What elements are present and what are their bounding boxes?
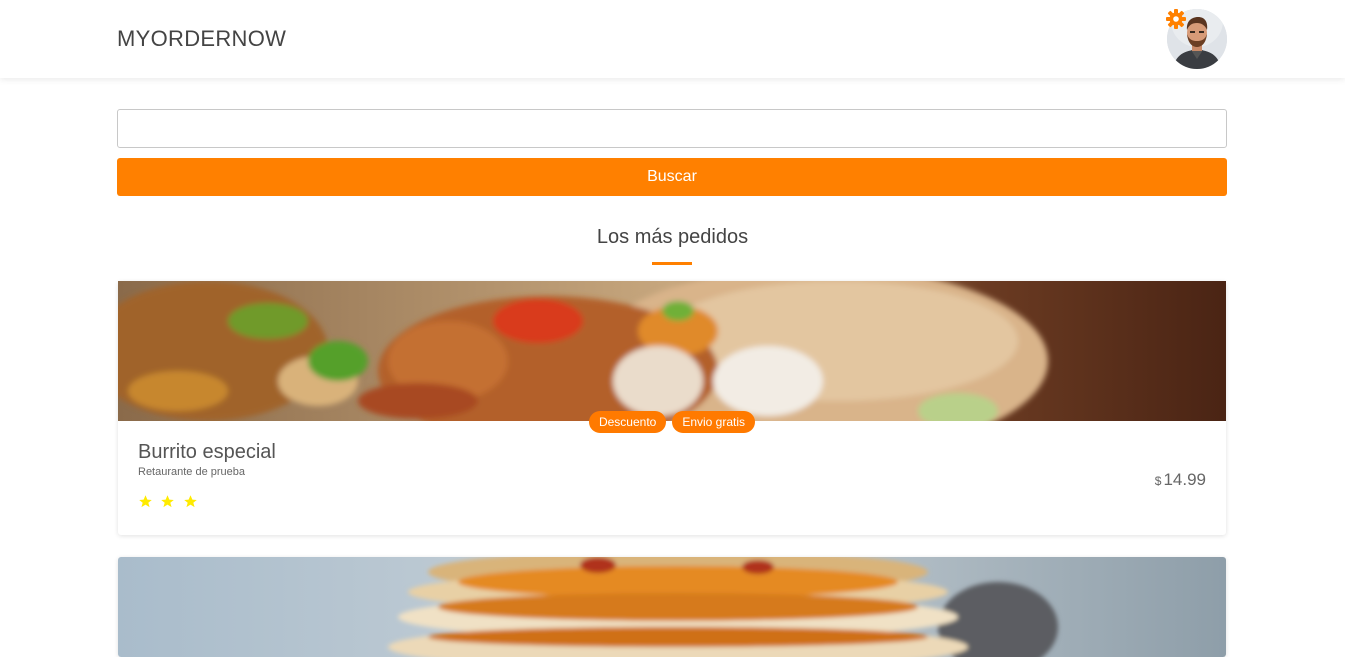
restaurant-name: Retaurante de prueba [138, 466, 246, 478]
title-underline [652, 262, 692, 265]
currency-symbol: $ [1154, 474, 1162, 488]
brand-logo[interactable]: MYORDERNOW [117, 26, 286, 52]
top-navbar: MYORDERNOW [0, 0, 1345, 78]
free-shipping-tag[interactable]: Envio gratis [672, 411, 756, 433]
dish-name[interactable]: Burrito especial [138, 441, 276, 464]
star-icon [161, 495, 175, 508]
rating-stars [138, 494, 201, 514]
burrito-image[interactable] [118, 281, 1226, 421]
star-icon [139, 495, 152, 508]
discount-tag[interactable]: Descuento [588, 411, 667, 433]
price-value: 14.99 [1163, 470, 1206, 489]
gear-icon[interactable] [1165, 8, 1187, 30]
pancakes-image[interactable] [118, 557, 1226, 657]
product-card[interactable] [118, 557, 1226, 657]
price: $14.99 [1155, 470, 1206, 490]
search-button[interactable]: Buscar [117, 158, 1227, 196]
tag-list: Descuento Envio gratis [118, 411, 1226, 433]
section-title: Los más pedidos [596, 226, 749, 248]
search-input[interactable] [117, 109, 1227, 148]
product-card[interactable]: Descuento Envio gratis Burrito especial … [118, 281, 1226, 535]
star-icon [184, 495, 197, 508]
